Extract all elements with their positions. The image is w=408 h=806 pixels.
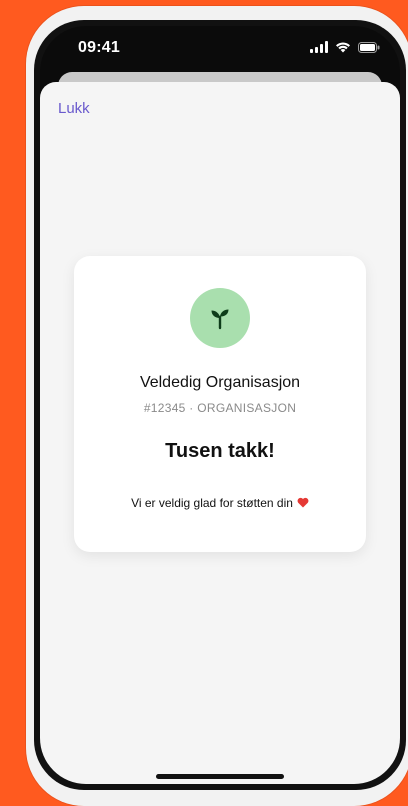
status-bar: 09:41 <box>40 26 400 72</box>
status-icons <box>310 41 380 55</box>
organization-avatar <box>190 288 250 348</box>
phone-screen: 09:41 Lukk Veldedig Organisasjon #12345 … <box>40 26 400 784</box>
organization-meta: #12345 · ORGANISASJON <box>143 401 297 415</box>
status-time: 09:41 <box>78 39 120 56</box>
heart-icon <box>297 497 309 508</box>
thank-you-card: Veldedig Organisasjon #12345 · ORGANISAS… <box>74 256 366 552</box>
organization-name: Veldedig Organisasjon <box>139 374 301 391</box>
thank-you-message-text: Vi er veldig glad for støtten din <box>131 496 293 510</box>
sprout-icon <box>211 309 229 330</box>
thank-you-message: Vi er veldig glad for støtten din <box>74 496 366 510</box>
close-button[interactable]: Lukk <box>58 100 90 117</box>
battery-icon <box>358 42 380 53</box>
signal-icon <box>310 41 328 53</box>
home-indicator <box>156 774 284 779</box>
wifi-icon <box>336 42 350 53</box>
thank-you-title: Tusen takk! <box>165 440 275 462</box>
